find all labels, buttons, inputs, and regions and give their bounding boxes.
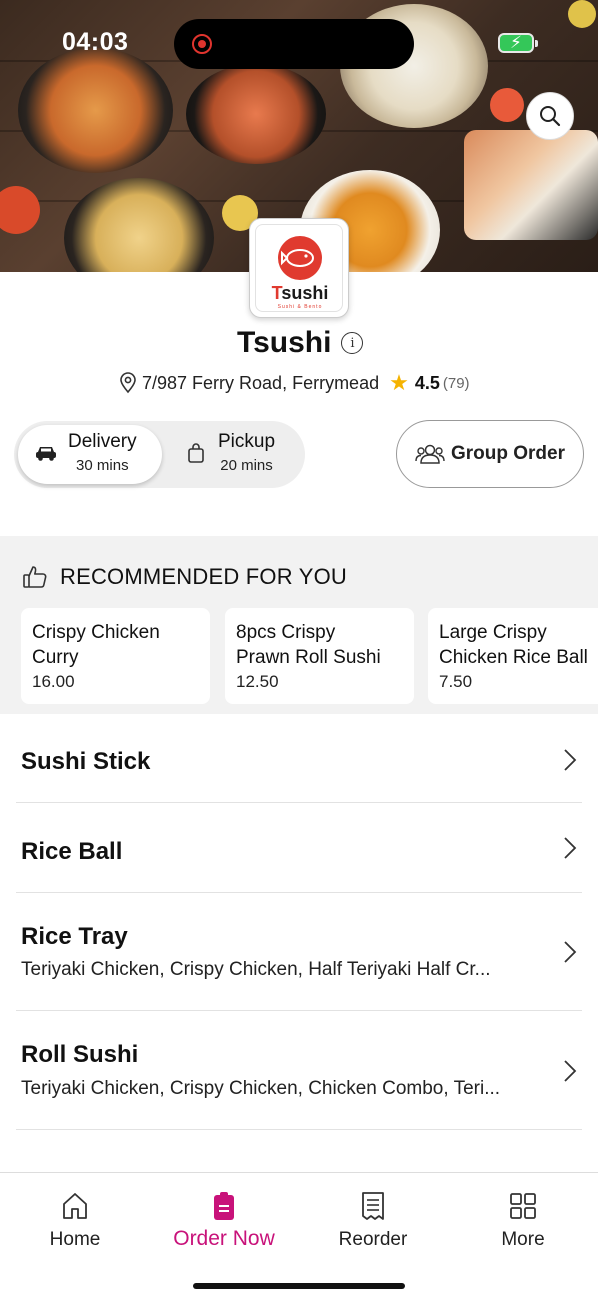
category-row-rice-ball[interactable]: Rice Ball — [0, 803, 598, 892]
recommended-item-name: Large Crispy Chicken Rice Ball — [439, 622, 588, 668]
order-mode-toggle: Delivery 30 mins Pickup 20 mins — [14, 421, 305, 488]
home-icon — [63, 1193, 87, 1219]
store-name: Tsushi — [237, 326, 332, 359]
recommended-header: RECOMMENDED FOR YOU — [22, 564, 347, 590]
logo-wordmark: Tsushi — [271, 283, 329, 303]
nav-order-now-label: Order Now — [173, 1227, 275, 1250]
recommended-item-name: Crispy Chicken Curry — [32, 622, 160, 668]
info-icon[interactable]: i — [341, 332, 364, 354]
category-name: Rice Tray — [21, 923, 128, 950]
grid-icon — [510, 1193, 536, 1219]
nav-more[interactable]: More — [448, 1191, 598, 1251]
bottom-navigation: Home Order Now Reorder More — [0, 1172, 598, 1300]
category-description: Teriyaki Chicken, Crispy Chicken, Chicke… — [21, 1078, 501, 1099]
category-row-sushi-stick[interactable]: Sushi Stick — [0, 714, 598, 802]
store-address-row: 7/987 Ferry Road, Ferrymead ★ 4.5 (79) — [118, 370, 470, 396]
receipt-icon — [362, 1192, 384, 1220]
recommended-item-price: 12.50 — [236, 672, 279, 691]
recommended-item-price: 7.50 — [439, 672, 473, 691]
chevron-right-icon — [564, 749, 577, 771]
category-row-roll-sushi[interactable]: Roll Sushi Teriyaki Chicken, Crispy Chic… — [0, 1011, 598, 1129]
shopping-bag-icon — [188, 442, 204, 463]
nav-home[interactable]: Home — [0, 1191, 150, 1251]
star-icon: ★ — [389, 370, 409, 395]
store-address: 7/987 Ferry Road, Ferrymead — [142, 372, 380, 393]
recommended-item[interactable]: Large Crispy Chicken Rice Ball 7.50 — [428, 608, 598, 704]
store-logo: Tsushi Sushi & Bento — [249, 218, 349, 318]
order-icon — [214, 1192, 234, 1220]
sushi-platter-image — [18, 48, 173, 173]
chevron-right-icon — [564, 837, 577, 859]
nav-reorder[interactable]: Reorder — [298, 1191, 448, 1251]
thumbs-up-icon — [23, 566, 47, 588]
recommended-item[interactable]: Crispy Chicken Curry 16.00 — [21, 608, 210, 704]
pickup-label: Pickup — [218, 431, 276, 452]
location-pin-icon — [120, 372, 136, 394]
delivery-label: Delivery — [68, 431, 137, 452]
logo-tagline: Sushi & Bento — [277, 304, 323, 310]
divider — [16, 1129, 582, 1130]
recommended-section: RECOMMENDED FOR YOU Crispy Chicken Curry… — [0, 536, 598, 714]
prawn-dish-image — [186, 64, 326, 164]
chevron-right-icon — [564, 1060, 577, 1082]
nav-reorder-label: Reorder — [338, 1229, 408, 1250]
nav-order-now[interactable]: Order Now — [149, 1191, 299, 1251]
store-rating: 4.5 — [414, 372, 440, 393]
recording-icon — [192, 34, 212, 54]
pickup-option[interactable]: Pickup 20 mins — [186, 431, 275, 474]
recommended-item[interactable]: 8pcs Crispy Prawn Roll Sushi 12.50 — [225, 608, 414, 704]
battery-icon: ⚡ — [498, 33, 538, 53]
category-description: Teriyaki Chicken, Crispy Chicken, Half T… — [21, 959, 491, 980]
search-button[interactable] — [526, 92, 574, 140]
chevron-right-icon — [564, 941, 577, 963]
home-indicator — [193, 1283, 405, 1289]
search-icon — [540, 106, 561, 127]
recommended-item-price: 16.00 — [32, 672, 75, 691]
category-name: Roll Sushi — [21, 1041, 139, 1068]
rating-count: (79) — [442, 374, 470, 392]
recommended-title: RECOMMENDED FOR YOU — [60, 564, 347, 589]
dynamic-island — [174, 19, 414, 69]
sushi-board-image — [464, 130, 598, 240]
group-icon — [415, 444, 445, 464]
category-row-rice-tray[interactable]: Rice Tray Teriyaki Chicken, Crispy Chick… — [0, 893, 598, 1010]
status-time: 04:03 — [62, 28, 129, 56]
group-order-label: Group Order — [450, 443, 565, 464]
delivery-content: Delivery 30 mins — [34, 431, 137, 474]
car-icon — [36, 446, 56, 461]
group-order-button[interactable]: Group Order — [396, 420, 584, 488]
nav-more-label: More — [501, 1229, 545, 1250]
category-name: Sushi Stick — [21, 748, 151, 775]
fish-logo-icon — [278, 236, 322, 280]
recommended-item-name: 8pcs Crispy Prawn Roll Sushi — [236, 622, 381, 668]
rice-dish-image — [64, 178, 214, 272]
store-header: Tsushi i — [237, 326, 364, 360]
category-name: Rice Ball — [21, 838, 123, 865]
nav-home-label: Home — [49, 1229, 101, 1250]
pickup-time: 20 mins — [220, 457, 273, 474]
delivery-time: 30 mins — [76, 457, 129, 474]
